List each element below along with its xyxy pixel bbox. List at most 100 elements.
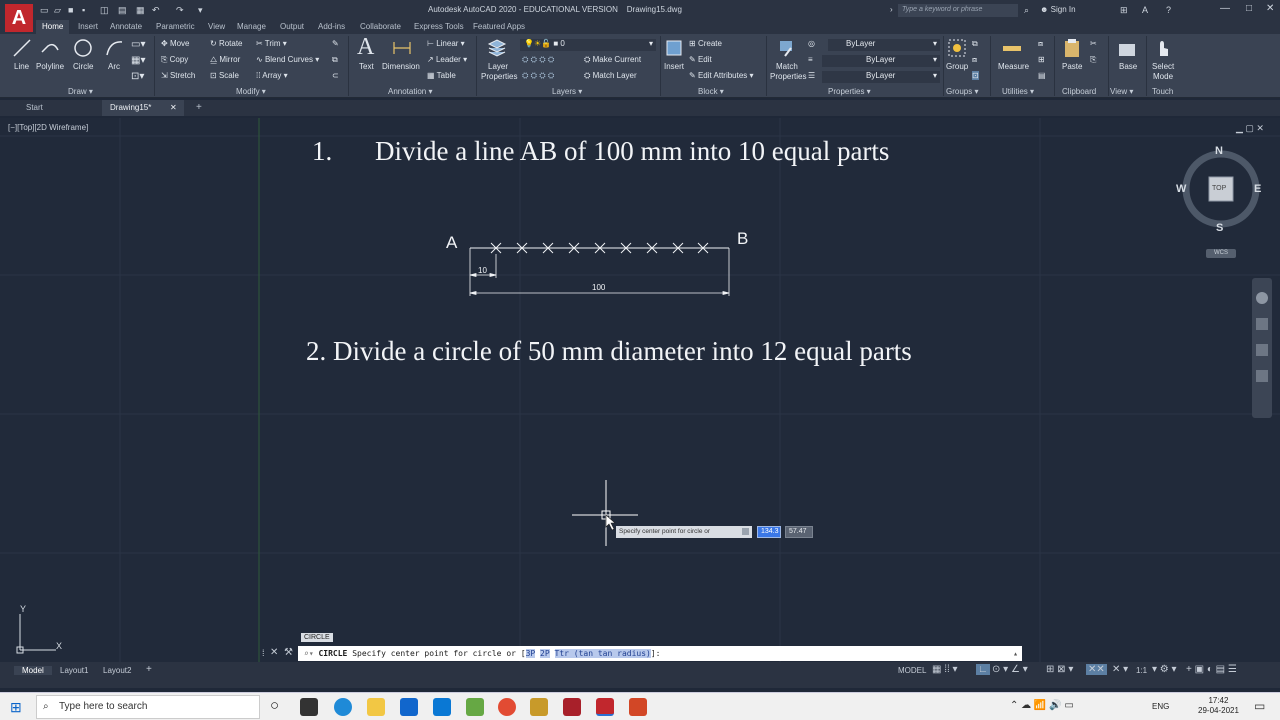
print-icon[interactable]: ▤	[118, 5, 127, 16]
measure-button[interactable]: Measure	[998, 62, 1029, 71]
cart-icon[interactable]: ⊞	[1120, 5, 1128, 16]
orbit-icon[interactable]	[1256, 370, 1268, 382]
tab-view[interactable]: View	[208, 22, 225, 31]
tab-home[interactable]: Home	[36, 20, 70, 34]
tab-layout1[interactable]: Layout1	[60, 666, 88, 675]
task-view-icon[interactable]: ○	[270, 697, 279, 714]
layer-properties-label-1[interactable]: Layer	[488, 62, 508, 71]
undo-icon[interactable]: ↶	[152, 5, 160, 16]
layer-dropdown[interactable]: 💡☀🔓 ■ 0 ▾	[520, 39, 656, 51]
draw-panel-title[interactable]: Draw ▾	[68, 87, 93, 96]
polar-icon[interactable]: ⊙ ▾ ∠ ▾	[992, 664, 1028, 675]
tab-insert[interactable]: Insert	[78, 22, 98, 31]
close-icon[interactable]: ✕	[1266, 3, 1274, 14]
tab-drawing15[interactable]: Drawing15* ✕	[102, 100, 184, 116]
viewport-controls-label[interactable]: [−][Top][2D Wireframe]	[8, 123, 88, 132]
command-history-toggle-icon[interactable]: ▴	[1013, 646, 1018, 661]
minimize-icon[interactable]: —	[1220, 3, 1230, 14]
tab-layout2[interactable]: Layout2	[103, 666, 131, 675]
option-2p[interactable]: 2P	[540, 649, 550, 658]
taskbar-clock[interactable]: 17:42 29-04-2021	[1198, 696, 1239, 716]
close-tab-icon[interactable]: ✕	[170, 100, 177, 116]
view-panel-title[interactable]: View ▾	[1110, 87, 1133, 96]
calculator-icon[interactable]: ▤	[1038, 71, 1046, 80]
tab-start[interactable]: Start	[18, 100, 100, 116]
taskbar-app-icon[interactable]	[300, 698, 318, 716]
help-icon[interactable]: ?	[1166, 5, 1171, 15]
create-block-button[interactable]: ⊞ Create	[689, 39, 722, 48]
input-language[interactable]: ENG	[1152, 702, 1169, 711]
linetype-dropdown[interactable]: ByLayer ▾	[822, 71, 940, 83]
annotation-scale-value[interactable]: 1:1	[1136, 666, 1147, 675]
layer-properties-label-2[interactable]: Properties	[481, 72, 517, 81]
dimension-icon[interactable]	[392, 38, 412, 58]
mail-icon[interactable]	[400, 698, 418, 716]
paste-icon[interactable]	[1062, 38, 1082, 58]
explode-icon[interactable]: ⧉	[332, 55, 338, 65]
match-properties-label-1[interactable]: Match	[776, 62, 798, 71]
annotation-visibility-icon[interactable]: ✕✕	[1086, 664, 1107, 675]
workspace-gear-icon[interactable]: ▾ ⚙ ▾	[1152, 664, 1177, 675]
edit-block-button[interactable]: ✎ Edit	[689, 55, 712, 64]
circle-icon[interactable]	[73, 38, 93, 58]
cad-tool-icon[interactable]	[530, 698, 548, 716]
compass-north[interactable]: N	[1215, 145, 1223, 157]
command-line-input[interactable]: ⌕▾ CIRCLE Specify center point for circl…	[298, 646, 1022, 661]
autocad-taskbar-icon[interactable]	[596, 698, 614, 716]
compass-east[interactable]: E	[1254, 183, 1261, 195]
option-3p[interactable]: 3P	[525, 649, 536, 658]
select-mode-label-2[interactable]: Mode	[1153, 72, 1173, 81]
annotation-panel-title[interactable]: Annotation ▾	[388, 87, 433, 96]
customize-icon[interactable]: ▾	[198, 5, 203, 16]
redo-icon[interactable]: ↷	[176, 5, 184, 16]
select-all-icon[interactable]: ⊞	[1038, 55, 1045, 64]
search-icon[interactable]: ⌕	[1024, 5, 1029, 16]
layer-properties-icon[interactable]	[487, 38, 507, 58]
system-tray-icons[interactable]: ⌃ ☁ 📶 🔊 ▭	[1010, 700, 1074, 711]
dimension-button[interactable]: Dimension	[382, 62, 420, 71]
sign-in-link[interactable]: ☻ Sign In	[1040, 5, 1076, 14]
block-panel-title[interactable]: Block ▾	[698, 87, 724, 96]
lineweight-dropdown[interactable]: ByLayer ▾	[822, 55, 940, 67]
zoom-icon[interactable]	[1256, 344, 1268, 356]
group-edit-icon[interactable]: ⧈	[972, 55, 977, 65]
erase-icon[interactable]: ✎	[332, 39, 339, 48]
command-line-close-icon[interactable]: ✕	[270, 647, 278, 658]
line-button[interactable]: Line	[14, 62, 29, 71]
circle-button[interactable]: Circle	[73, 62, 93, 71]
tab-add-ins[interactable]: Add-ins	[318, 22, 345, 31]
clipboard-panel-title[interactable]: Clipboard	[1062, 87, 1096, 96]
grid-icon[interactable]: ▦ ⁞⁞ ▾	[932, 664, 958, 675]
measure-icon[interactable]	[1002, 38, 1022, 58]
color-wheel-icon[interactable]: ◎	[808, 39, 815, 48]
text-icon[interactable]: A	[357, 34, 374, 61]
file-explorer-icon[interactable]	[367, 698, 385, 716]
boundary-icon[interactable]: ⊡▾	[131, 71, 144, 82]
mirror-button[interactable]: ⧋ Mirror	[210, 55, 240, 65]
tab-express-tools[interactable]: Express Tools	[414, 22, 464, 31]
restore-icon[interactable]: □	[1246, 3, 1252, 14]
plot-icon[interactable]: ▦	[136, 5, 145, 16]
arc-button[interactable]: Arc	[108, 62, 120, 71]
y-coordinate-input[interactable]: 57.47	[785, 526, 813, 538]
line-icon[interactable]	[12, 38, 32, 58]
taskbar-search-input[interactable]: ⌕ Type here to search	[36, 695, 260, 719]
store-icon[interactable]	[433, 698, 451, 716]
steering-wheel-icon[interactable]	[1256, 292, 1268, 304]
base-button[interactable]: Base	[1119, 62, 1137, 71]
hatch-icon[interactable]: ▦▾	[131, 55, 145, 66]
option-ttr[interactable]: Ttr (tan tan radius)	[554, 649, 651, 658]
tab-manage[interactable]: Manage	[237, 22, 266, 31]
make-current-button[interactable]: ⛭ Make Current	[584, 55, 641, 65]
tab-annotate[interactable]: Annotate	[110, 22, 142, 31]
leader-button[interactable]: ↗ Leader ▾	[427, 55, 467, 64]
group-selection-icon[interactable]: ⊡	[972, 71, 979, 80]
new-file-icon[interactable]: ▭	[40, 5, 49, 16]
save-as-icon[interactable]: ▪	[82, 5, 85, 15]
array-button[interactable]: ⁞⁞ Array ▾	[256, 71, 288, 80]
tab-model[interactable]: Model	[14, 666, 52, 675]
tab-collaborate[interactable]: Collaborate	[360, 22, 401, 31]
compass-west[interactable]: W	[1176, 183, 1186, 195]
command-line-settings-icon[interactable]: ⚒	[284, 647, 293, 658]
osnap-icon[interactable]: ⊞ ⊠ ▾	[1046, 664, 1073, 675]
